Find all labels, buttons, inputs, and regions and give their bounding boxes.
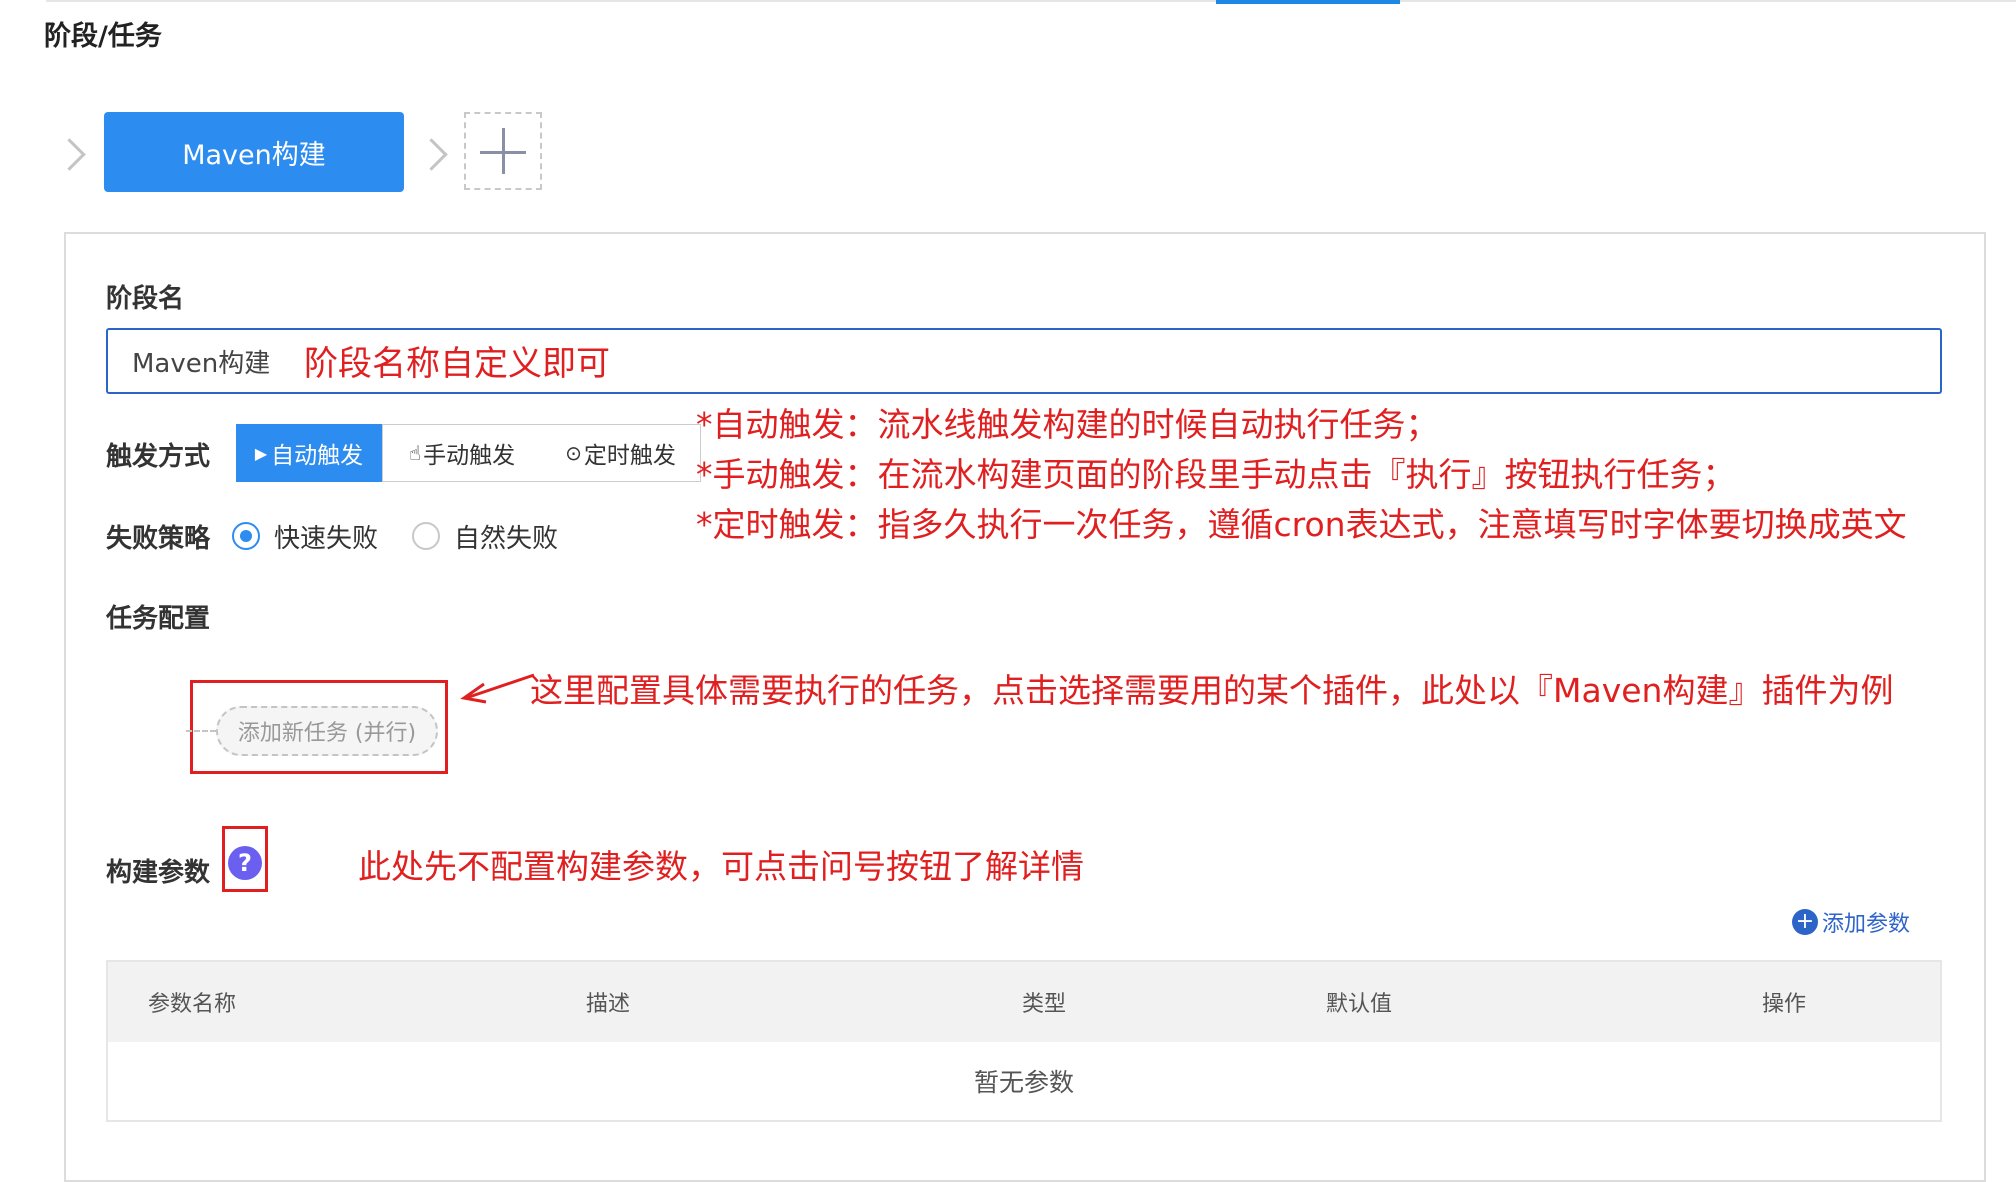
trigger-auto-button[interactable]: ▶ 自动触发: [236, 424, 382, 482]
chevron-right-icon: [415, 138, 448, 171]
annotation-build-params: 此处先不配置构建参数，可点击问号按钮了解详情: [358, 847, 1084, 886]
annotation-trigger-manual: *手动触发：在流水构建页面的阶段里手动点击『执行』按钮执行任务；: [696, 455, 1736, 494]
add-task-button[interactable]: 添加新任务 (并行): [216, 706, 438, 756]
trigger-scheduled-label: 定时触发: [583, 443, 676, 469]
stage-button[interactable]: Maven构建: [104, 112, 404, 192]
plus-circle-icon: +: [1792, 909, 1818, 935]
task-config-label: 任务配置: [106, 604, 211, 634]
stage-name-label: 阶段名: [106, 284, 185, 314]
stage-name-value: Maven构建: [132, 348, 271, 379]
help-icon[interactable]: ?: [228, 846, 262, 880]
column-header-actions: 操作: [1762, 992, 1807, 1017]
trigger-manual-button[interactable]: ☝ 手动触发: [382, 424, 542, 482]
active-tab-indicator: [1216, 0, 1400, 4]
add-param-button[interactable]: + 添加参数: [1792, 906, 1910, 938]
annotation-arrow: [460, 673, 535, 704]
column-header-default: 默认值: [1326, 992, 1393, 1017]
trigger-auto-label: 自动触发: [271, 443, 364, 469]
build-params-label: 构建参数: [106, 858, 211, 888]
annotation-stage-name: 阶段名称自定义即可: [304, 344, 610, 384]
trigger-scheduled-button[interactable]: ⊙ 定时触发: [541, 424, 701, 482]
chevron-right-icon: [53, 138, 86, 171]
fail-natural-radio[interactable]: [412, 522, 440, 550]
annotation-task-config: 这里配置具体需要执行的任务，点击选择需要用的某个插件，此处以『Maven构建』插…: [530, 671, 1894, 710]
hand-pointer-icon: ☝: [408, 441, 422, 465]
top-divider: [46, 0, 2016, 2]
clock-icon: ⊙: [565, 441, 582, 465]
fail-natural-label: 自然失败: [454, 524, 559, 554]
connector-line: [186, 730, 216, 732]
add-param-label: 添加参数: [1822, 912, 1911, 937]
section-title: 阶段/任务: [44, 21, 162, 52]
column-header-description: 描述: [586, 992, 631, 1017]
column-header-name: 参数名称: [148, 992, 237, 1017]
params-table: 参数名称 描述 类型 默认值 操作 暂无参数: [106, 960, 1942, 1122]
play-icon: ▶: [254, 443, 268, 463]
add-stage-button[interactable]: [464, 112, 542, 190]
fail-fast-radio[interactable]: [232, 522, 260, 550]
column-header-type: 类型: [1022, 992, 1067, 1017]
empty-state-text: 暂无参数: [973, 1068, 1074, 1097]
fail-fast-label: 快速失败: [274, 524, 379, 554]
trigger-label: 触发方式: [106, 442, 211, 472]
table-header: 参数名称 描述 类型 默认值 操作: [108, 962, 1940, 1042]
fail-policy-label: 失败策略: [106, 524, 211, 554]
annotation-trigger-auto: *自动触发：流水线触发构建的时候自动执行任务；: [696, 405, 1439, 444]
trigger-manual-label: 手动触发: [423, 443, 516, 469]
annotation-trigger-scheduled: *定时触发：指多久执行一次任务，遵循cron表达式，注意填写时字体要切换成英文: [696, 505, 1907, 544]
